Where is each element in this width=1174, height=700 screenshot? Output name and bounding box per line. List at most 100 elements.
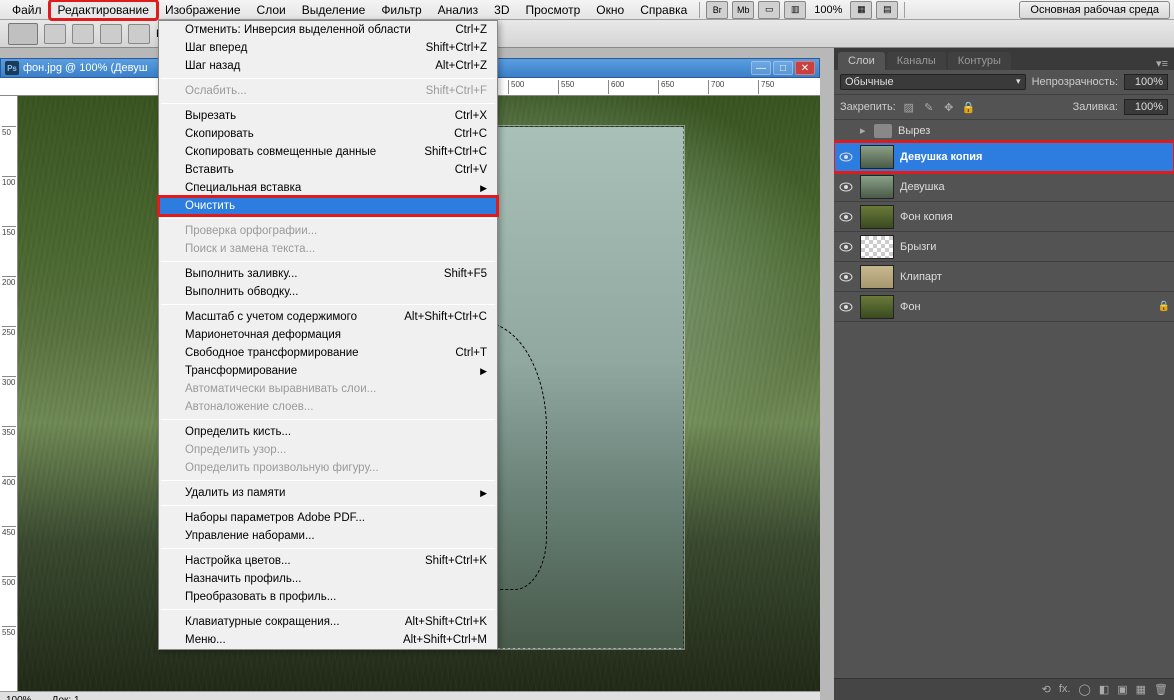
layer-name[interactable]: Девушка копия (900, 151, 1170, 163)
group-icon[interactable]: ▣ (1117, 683, 1127, 696)
menu-item[interactable]: СкопироватьCtrl+C (159, 125, 497, 143)
layer-name[interactable]: Фон копия (900, 211, 1170, 223)
status-doc-info[interactable]: Док: 1 (52, 695, 80, 700)
menu-item[interactable]: Меню...Alt+Shift+Ctrl+M (159, 631, 497, 649)
menu-image[interactable]: Изображение (157, 1, 249, 19)
menu-item[interactable]: Определить кисть... (159, 423, 497, 441)
blend-mode-select[interactable]: Обычные (840, 74, 1026, 90)
layer-row[interactable]: Клипарт (834, 262, 1174, 292)
mb-icon[interactable]: Mb (732, 1, 754, 19)
opacity-input[interactable]: 100% (1124, 74, 1168, 90)
menu-item[interactable]: ВырезатьCtrl+X (159, 107, 497, 125)
menu-item[interactable]: Трансформирование▶ (159, 362, 497, 380)
intersect-selection-icon[interactable] (128, 24, 150, 44)
adjustment-icon[interactable]: ◧ (1099, 683, 1109, 696)
menu-file[interactable]: Файл (4, 1, 50, 19)
visibility-toggle[interactable] (838, 269, 854, 285)
panel-menu-icon[interactable]: ▾≡ (1150, 57, 1174, 70)
menu-item[interactable]: Наборы параметров Adobe PDF... (159, 509, 497, 527)
visibility-toggle[interactable] (838, 179, 854, 195)
menu-item[interactable]: Свободное трансформированиеCtrl+T (159, 344, 497, 362)
add-selection-icon[interactable] (72, 24, 94, 44)
visibility-toggle[interactable] (838, 209, 854, 225)
layer-thumbnail[interactable] (860, 145, 894, 169)
menu-item[interactable]: Шаг назадAlt+Ctrl+Z (159, 57, 497, 75)
new-layer-icon[interactable]: ▦ (1136, 683, 1146, 696)
layer-name[interactable]: Девушка (900, 181, 1170, 193)
arrange-icon[interactable]: ▥ (784, 1, 806, 19)
menu-item[interactable]: Марионеточная деформация (159, 326, 497, 344)
status-zoom[interactable]: 100% (6, 695, 32, 700)
ruler-vertical[interactable]: 50 100 150 200 250 300 350 400 450 500 5… (0, 96, 18, 691)
layer-row[interactable]: Девушка (834, 172, 1174, 202)
subtract-selection-icon[interactable] (100, 24, 122, 44)
menu-item[interactable]: Шаг впередShift+Ctrl+Z (159, 39, 497, 57)
menu-item[interactable]: Настройка цветов...Shift+Ctrl+K (159, 552, 497, 570)
menu-edit[interactable]: Редактирование (50, 1, 157, 19)
fx-icon[interactable]: fx. (1059, 683, 1071, 696)
menu-item[interactable]: Отменить: Инверсия выделенной областиCtr… (159, 21, 497, 39)
proof-icon[interactable]: ▤ (876, 1, 898, 19)
menu-item[interactable]: Очистить (159, 197, 497, 215)
screen-mode-icon[interactable]: ▭ (758, 1, 780, 19)
menu-select[interactable]: Выделение (294, 1, 374, 19)
tab-paths[interactable]: Контуры (948, 52, 1011, 70)
fill-input[interactable]: 100% (1124, 99, 1168, 115)
menu-item[interactable]: Масштаб с учетом содержимогоAlt+Shift+Ct… (159, 308, 497, 326)
layer-row[interactable]: Девушка копия (834, 142, 1174, 172)
bridge-icon[interactable]: Br (706, 1, 728, 19)
layer-name[interactable]: Брызги (900, 241, 1170, 253)
visibility-toggle[interactable] (838, 239, 854, 255)
menu-item[interactable]: ВставитьCtrl+V (159, 161, 497, 179)
layer-name[interactable]: Фон (900, 301, 1152, 313)
menu-window[interactable]: Окно (588, 1, 632, 19)
layer-thumbnail[interactable] (860, 295, 894, 319)
menu-item[interactable]: Назначить профиль... (159, 570, 497, 588)
tab-channels[interactable]: Каналы (887, 52, 946, 70)
tool-preset[interactable] (8, 23, 38, 45)
workspace-button[interactable]: Основная рабочая среда (1019, 1, 1170, 19)
menu-layers[interactable]: Слои (249, 1, 294, 19)
menu-3d[interactable]: 3D (486, 1, 517, 19)
lock-all-icon[interactable]: 🔒 (962, 101, 976, 114)
lock-transparent-icon[interactable]: ▨ (902, 101, 916, 114)
menu-item[interactable]: Выполнить заливку...Shift+F5 (159, 265, 497, 283)
menu-help[interactable]: Справка (632, 1, 695, 19)
visibility-toggle[interactable] (838, 299, 854, 315)
expand-icon[interactable]: ▸ (860, 124, 868, 137)
layer-thumbnail[interactable] (860, 265, 894, 289)
menu-item[interactable]: Клавиатурные сокращения...Alt+Shift+Ctrl… (159, 613, 497, 631)
close-button[interactable]: ✕ (795, 61, 815, 75)
layer-row[interactable]: Фон копия (834, 202, 1174, 232)
menu-analysis[interactable]: Анализ (430, 1, 487, 19)
visibility-toggle[interactable] (838, 123, 854, 139)
menu-item[interactable]: Управление наборами... (159, 527, 497, 545)
layer-row[interactable]: Фон🔒 (834, 292, 1174, 322)
lock-position-icon[interactable]: ✥ (942, 101, 956, 114)
menu-item[interactable]: Выполнить обводку... (159, 283, 497, 301)
menu-view[interactable]: Просмотр (517, 1, 588, 19)
layer-name[interactable]: Клипарт (900, 271, 1170, 283)
layer-thumbnail[interactable] (860, 205, 894, 229)
menu-item[interactable]: Преобразовать в профиль... (159, 588, 497, 606)
layer-thumbnail[interactable] (860, 235, 894, 259)
mask-icon[interactable]: ◯ (1079, 683, 1091, 696)
maximize-button[interactable]: □ (773, 61, 793, 75)
layer-thumbnail[interactable] (860, 175, 894, 199)
layer-name[interactable]: Вырез (898, 125, 1170, 137)
new-selection-icon[interactable] (44, 24, 66, 44)
tab-layers[interactable]: Слои (838, 52, 885, 70)
link-icon[interactable]: ⟲ (1042, 683, 1051, 696)
menu-item[interactable]: Удалить из памяти▶ (159, 484, 497, 502)
layer-group[interactable]: ▸ Вырез (834, 120, 1174, 142)
menu-item[interactable]: Специальная вставка▶ (159, 179, 497, 197)
trash-icon[interactable]: 🗑 (1154, 683, 1168, 696)
visibility-toggle[interactable] (838, 149, 854, 165)
lock-paint-icon[interactable]: ✎ (922, 101, 936, 114)
extras-icon[interactable]: ▦ (850, 1, 872, 19)
layer-row[interactable]: Брызги (834, 232, 1174, 262)
menu-filter[interactable]: Фильтр (373, 1, 429, 19)
menu-item[interactable]: Скопировать совмещенные данныеShift+Ctrl… (159, 143, 497, 161)
zoom-level[interactable]: 100% (808, 4, 848, 16)
minimize-button[interactable]: — (751, 61, 771, 75)
